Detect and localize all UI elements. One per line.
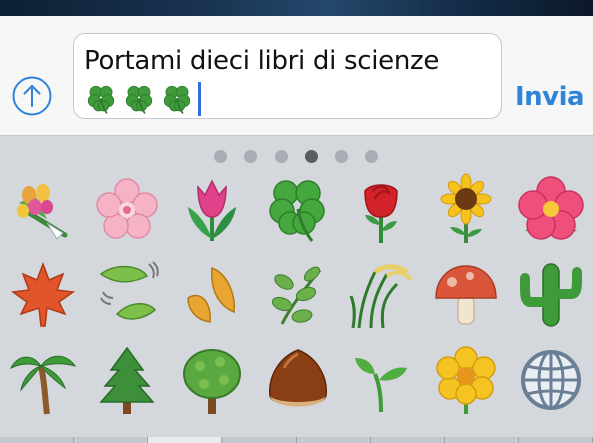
- bouquet-icon: [17, 184, 68, 240]
- arrow-up-circle-icon: [12, 76, 52, 116]
- attach-button[interactable]: [12, 76, 52, 116]
- hibiscus-icon: [518, 176, 584, 240]
- chestnut-emoji[interactable]: [262, 344, 334, 416]
- fallen-leaf-emoji[interactable]: [176, 258, 248, 330]
- mushroom-icon: [435, 265, 497, 325]
- rose-icon: [364, 184, 398, 243]
- evergreen-tree-icon: [99, 346, 155, 414]
- chestnut-icon: [269, 349, 327, 407]
- cherry-blossom-emoji[interactable]: [91, 173, 163, 245]
- page-dot-active[interactable]: [305, 150, 318, 163]
- category-tab[interactable]: [519, 437, 593, 443]
- seedling-emoji[interactable]: [345, 344, 417, 416]
- category-bar[interactable]: [0, 437, 593, 443]
- tulip-emoji[interactable]: [176, 173, 248, 245]
- page-dot[interactable]: [214, 150, 227, 163]
- deciduous-tree-emoji[interactable]: [176, 344, 248, 416]
- wallpaper-strip: [0, 0, 593, 16]
- rose-emoji[interactable]: [345, 173, 417, 245]
- message-text: Portami dieci libri di scienze: [84, 46, 440, 76]
- page-dot[interactable]: [244, 150, 257, 163]
- globe-meridians-icon: [521, 350, 581, 410]
- cactus-icon: [520, 263, 582, 327]
- text-caret: [198, 82, 201, 116]
- fallen-leaf-icon: [187, 266, 236, 323]
- herb-icon: [271, 266, 322, 325]
- leaf-fluttering-icon: [99, 261, 159, 320]
- mushroom-emoji[interactable]: [430, 258, 502, 330]
- sunflower-icon: [440, 173, 492, 243]
- category-tab[interactable]: [445, 437, 519, 443]
- emoji-keyboard: [0, 136, 593, 443]
- hibiscus-emoji[interactable]: [515, 173, 587, 245]
- category-tab-active[interactable]: [148, 437, 223, 443]
- page-dot[interactable]: [335, 150, 348, 163]
- blossom-emoji[interactable]: [430, 344, 502, 416]
- leaf-fluttering-in-wind-emoji[interactable]: [91, 258, 163, 330]
- message-input[interactable]: Portami dieci libri di scienze: [73, 33, 502, 119]
- page-indicator[interactable]: [0, 150, 593, 164]
- category-tab[interactable]: [371, 437, 445, 443]
- deciduous-tree-icon: [183, 349, 241, 414]
- four-leaf-clover-icon: [125, 85, 153, 114]
- category-tab[interactable]: [0, 437, 75, 443]
- palm-tree-icon: [9, 355, 77, 415]
- compose-bar: Portami dieci libri di scienze Invia: [0, 16, 593, 136]
- globe-with-meridians-emoji[interactable]: [515, 344, 587, 416]
- seedling-icon: [355, 358, 407, 413]
- palm-tree-emoji[interactable]: [7, 344, 79, 416]
- maple-leaf-icon: [11, 261, 75, 327]
- category-tab[interactable]: [74, 437, 149, 443]
- bouquet-emoji[interactable]: [7, 173, 79, 245]
- page-dot[interactable]: [365, 150, 378, 163]
- cherry-blossom-icon: [96, 178, 158, 239]
- evergreen-tree-emoji[interactable]: [91, 344, 163, 416]
- four-leaf-clover-icon: [87, 85, 115, 114]
- send-button[interactable]: Invia: [515, 82, 585, 112]
- message-emoji-line: [84, 80, 491, 118]
- category-tab[interactable]: [222, 437, 297, 443]
- ear-of-rice-icon: [349, 264, 413, 329]
- sunflower-emoji[interactable]: [430, 173, 502, 245]
- four-leaf-clover-icon: [269, 180, 325, 242]
- cactus-emoji[interactable]: [515, 258, 587, 330]
- maple-leaf-emoji[interactable]: [7, 258, 79, 330]
- tulip-icon: [188, 179, 236, 241]
- four-leaf-clover-emoji[interactable]: [262, 173, 334, 245]
- ear-of-rice-emoji[interactable]: [345, 258, 417, 330]
- blossom-icon: [436, 346, 496, 414]
- page-dot[interactable]: [275, 150, 288, 163]
- four-leaf-clover-icon: [163, 85, 191, 114]
- category-tab[interactable]: [297, 437, 371, 443]
- herb-emoji[interactable]: [262, 258, 334, 330]
